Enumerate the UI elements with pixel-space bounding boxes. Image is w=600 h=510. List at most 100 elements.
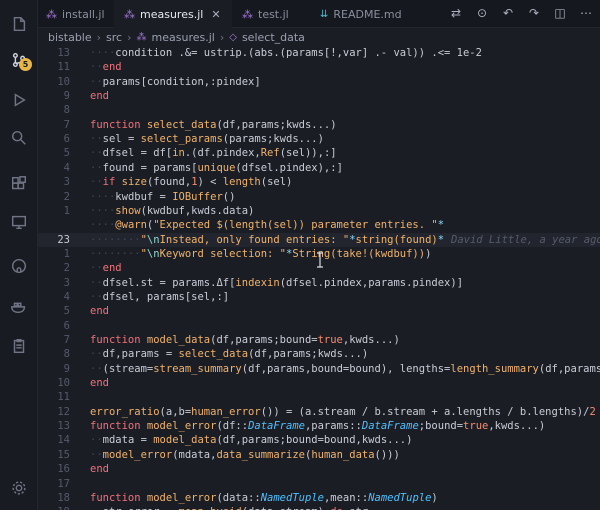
line-number: 14 (57, 434, 70, 447)
line-number: 15 (57, 448, 70, 461)
go-back-icon[interactable]: ↶ (500, 5, 516, 21)
search-icon[interactable] (9, 128, 29, 148)
code-text: function model_error(df::DataFrame,param… (90, 420, 546, 433)
code-line[interactable]: 23 ········"\nInstead, only found entries… (38, 232, 600, 247)
line-number: 17 (57, 477, 70, 490)
code-line[interactable]: 11 (38, 390, 600, 404)
files-icon[interactable] (9, 14, 29, 34)
code-line[interactable]: 9 ··(stream=stream_summary(df,params,boun… (38, 362, 600, 376)
tab-measures[interactable]: ⁂ measures.jl ✕ (114, 0, 232, 28)
close-icon[interactable]: ✕ (211, 8, 220, 21)
code-line[interactable]: 4 ··found = params[unique(dfsel.pindex),:… (38, 161, 600, 175)
open-changes-icon[interactable]: ⊙ (474, 5, 490, 21)
line-number: 18 (57, 491, 70, 504)
line-number: 12 (57, 405, 70, 418)
line-number: 9 (63, 90, 70, 103)
code-line[interactable]: 7 function model_data(df,params;bound=tru… (38, 333, 600, 347)
julia-file-icon: ⁂ (136, 31, 147, 43)
tab-label: install.jl (62, 7, 105, 21)
code-line[interactable]: 10 ··params[condition,:pindex] (38, 75, 600, 89)
line-number: 3 (63, 276, 70, 289)
clipboard-icon[interactable] (9, 336, 29, 356)
function-icon: ◇ (229, 31, 237, 43)
breadcrumb-item[interactable]: measures.jl (152, 31, 215, 44)
chevron-right-icon: › (127, 30, 132, 44)
code-text: ··dfsel = df[in.(df.pindex,Ref(sel)),:] (90, 147, 337, 160)
scm-badge: 5 (19, 58, 32, 71)
line-number: 7 (63, 118, 70, 131)
julia-file-icon: ⁂ (124, 7, 135, 21)
code-line[interactable]: 6 ··sel = select_params(params;kwds...) (38, 132, 600, 146)
code-line[interactable]: 2 ····kwdbuf = IOBuffer() (38, 190, 600, 204)
code-line[interactable]: 5 end (38, 304, 600, 318)
line-number: 13 (57, 420, 70, 433)
breadcrumb-item[interactable]: bistable (48, 31, 92, 44)
code-line[interactable]: ····@warn("Expected $(length(sel)) param… (38, 218, 600, 232)
go-forward-icon[interactable]: ↷ (526, 5, 542, 21)
code-line[interactable]: 13 ····condition .&= ustrip.(abs.(params[… (38, 46, 600, 60)
code-line[interactable]: 5 ··dfsel = df[in.(df.pindex,Ref(sel)),:] (38, 146, 600, 160)
code-line[interactable]: 12 error_ratio(a,b=human_error()) = (a.st… (38, 405, 600, 419)
line-number: 11 (57, 61, 70, 74)
code-line[interactable]: 19 ··str_error = mean_bysid(data.stream) … (38, 505, 600, 510)
gear-icon[interactable] (9, 478, 29, 498)
code-line[interactable]: 18 function model_error(data::NamedTuple,… (38, 491, 600, 505)
docker-icon[interactable] (9, 296, 29, 316)
code-line[interactable]: 6 (38, 319, 600, 333)
code-line[interactable]: 4 ··dfsel, params[sel,:] (38, 290, 600, 304)
code-line[interactable]: 3 ··if size(found,1) < length(sel) (38, 175, 600, 189)
code-text: end (90, 305, 109, 318)
line-number: 4 (63, 290, 70, 303)
code-text: ··mdata = model_data(df,params;bound=bou… (90, 434, 413, 447)
code-text: ········"\nInstead, only found entries: … (90, 233, 445, 246)
breadcrumb-item[interactable]: src (106, 31, 122, 44)
code-line[interactable]: 7 function select_data(df,params;kwds...) (38, 118, 600, 132)
code-text: ····condition .&= ustrip.(abs.(params[!,… (90, 47, 482, 59)
text-cursor-icon (316, 252, 324, 268)
code-line[interactable]: 14 ··mdata = model_data(df,params;bound=b… (38, 433, 600, 447)
line-number: 23 (57, 233, 70, 246)
code-line[interactable]: 11 ··end (38, 60, 600, 74)
breadcrumb: bistable › src › ⁂ measures.jl › ◇ selec… (38, 28, 600, 46)
github-icon[interactable] (9, 256, 29, 276)
run-debug-icon[interactable] (9, 90, 29, 110)
tab-test[interactable]: ⁂ test.jl (232, 0, 310, 28)
line-number: 2 (63, 262, 70, 275)
tab-install[interactable]: ⁂ install.jl (38, 0, 114, 28)
code-line[interactable]: 3 ··dfsel.st = params.Δf[indexin(dfsel.pi… (38, 276, 600, 290)
compare-changes-icon[interactable]: ⇄ (448, 5, 464, 21)
code-editor[interactable]: 13 ····condition .&= ustrip.(abs.(params[… (38, 46, 600, 510)
code-line[interactable]: 1 ····show(kwdbuf,kwds.data) (38, 204, 600, 218)
line-number: 19 (38, 505, 70, 510)
code-text: ········"\nKeyword selection: "*String(t… (90, 247, 432, 260)
code-line[interactable]: 17 (38, 477, 600, 491)
line-number: 6 (63, 133, 70, 146)
tab-readme[interactable]: ⇊ README.md (310, 0, 410, 28)
code-text: function model_error(data::NamedTuple,me… (90, 491, 438, 504)
line-number: 3 (63, 176, 70, 189)
code-text: ··model_error(mdata,data_summarize(human… (90, 448, 400, 461)
line-number: 16 (57, 463, 70, 476)
activity-bar: 5 (0, 0, 38, 510)
code-line[interactable]: 16 end (38, 462, 600, 476)
tab-bar: ⁂ install.jl ⁂ measures.jl ✕ ⁂ test.jl ⇊… (38, 0, 600, 28)
code-text: ··dfsel, params[sel,:] (90, 290, 230, 303)
code-text: ····@warn("Expected $(length(sel)) param… (90, 219, 445, 232)
code-text: ····show(kwdbuf,kwds.data) (90, 204, 255, 217)
chevron-right-icon: › (219, 30, 225, 44)
code-line[interactable]: 8 (38, 103, 600, 117)
code-line[interactable]: 13 function model_error(df::DataFrame,par… (38, 419, 600, 433)
code-line[interactable]: 15 ··model_error(mdata,data_summarize(hum… (38, 448, 600, 462)
code-line[interactable]: 8 ··df,params = select_data(df,params;kwd… (38, 347, 600, 361)
line-number: 13 (57, 47, 70, 59)
remote-explorer-icon[interactable] (9, 212, 29, 232)
code-line[interactable]: 10 end (38, 376, 600, 390)
extensions-icon[interactable] (9, 174, 29, 194)
more-actions-icon[interactable]: ⋯ (578, 5, 594, 21)
split-editor-icon[interactable]: ◫ (552, 5, 568, 21)
line-number: 6 (63, 319, 70, 332)
breadcrumb-item[interactable]: select_data (242, 31, 305, 44)
code-text: ··found = params[unique(dfsel.pindex),:] (90, 161, 343, 174)
code-line[interactable]: 9 end (38, 89, 600, 103)
code-text: ··if size(found,1) < length(sel) (90, 176, 293, 189)
